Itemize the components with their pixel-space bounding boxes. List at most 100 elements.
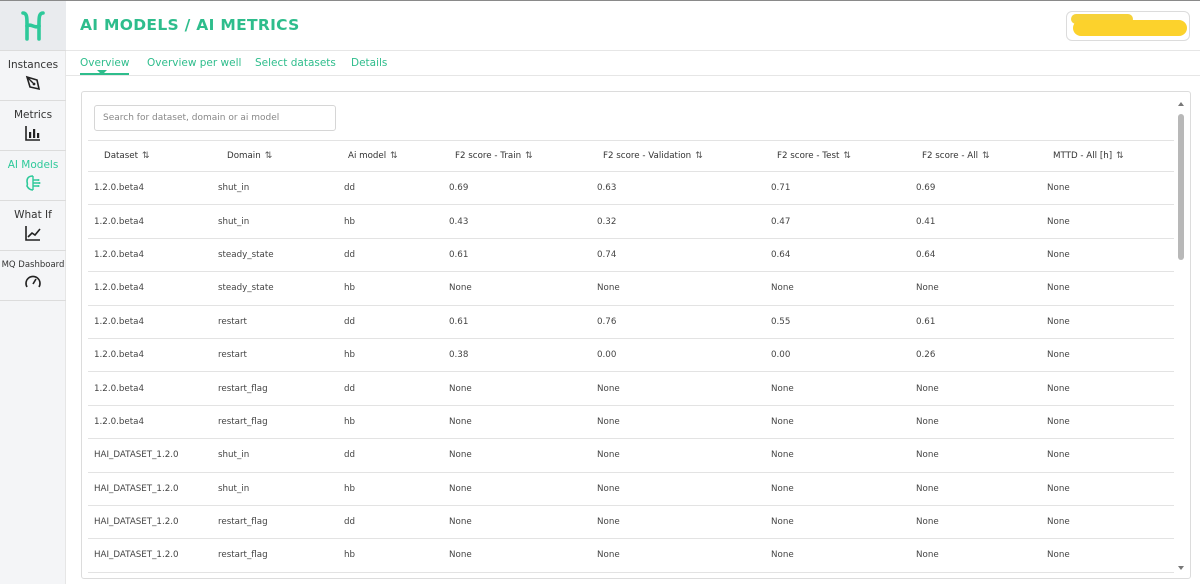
mttd-cell: None [1031,505,1174,540]
f2-all-cell: None [898,538,1031,573]
f2-train-cell: None [434,472,582,506]
f2-train-cell: None [434,438,582,473]
table-row[interactable]: HAI_DATASET_1.2.0 shut_in hb None None None No… [88,472,1174,506]
sort-icon[interactable]: ⇅ [982,151,989,161]
column-header-f2-validation[interactable]: F2 score - Validation ⇅ [582,140,756,172]
f2-all-cell: 0.61 [898,305,1031,339]
table-row[interactable]: HAI_DATASET_1.2.0 restart_flag hb None None N… [88,538,1174,573]
table-row[interactable]: HAI_DATASET_1.2.0 shut_in dd None None None No… [88,438,1174,473]
table-row[interactable]: HAI_DATASET_1.2.0 restart_flag dd None None N… [88,505,1174,540]
dataset-cell: 1.2.0.beta4 [88,171,212,206]
sort-icon[interactable]: ⇅ [142,151,149,161]
tab-overview-per-well[interactable]: Overview per well [147,57,241,69]
f2-validation-cell: 0.32 [582,204,756,239]
f2-train-cell: None [434,271,582,306]
f2-test-cell: 0.64 [756,238,898,273]
f2-train-cell: 0.61 [434,238,582,273]
column-header-label: F2 score - Validation [603,151,692,161]
search-input[interactable] [94,105,336,131]
f2-validation-cell: 0.00 [582,338,756,373]
tab-select-datasets[interactable]: Select datasets [255,57,336,69]
table-row[interactable]: 1.2.0.beta4 shut_in hb 0.43 0.32 0.47 0.41 None [88,204,1174,239]
f2-validation-cell: None [582,405,756,440]
f2-test-cell: None [756,472,898,506]
sort-icon[interactable]: ⇅ [695,151,702,161]
sort-icon[interactable]: ⇅ [843,151,850,161]
f2-all-cell: 0.26 [898,338,1031,373]
f2-train-cell: 0.61 [434,305,582,339]
column-header-ai-model[interactable]: Ai model ⇅ [320,140,434,172]
scroll-up-arrow-icon[interactable] [1178,102,1184,106]
f2-validation-cell: None [582,371,756,406]
table-row[interactable]: 1.2.0.beta4 shut_in dd 0.69 0.63 0.71 0.69 None [88,171,1174,206]
table-row[interactable]: 1.2.0.beta4 restart_flag hb None None None Non… [88,405,1174,440]
table-row[interactable]: 1.2.0.beta4 restart_flag dd None None None Non… [88,371,1174,406]
sidebar-item-ai-models[interactable]: AI Models [0,151,66,201]
sort-icon[interactable]: ⇅ [525,151,532,161]
domain-cell: restart_flag [212,371,320,406]
mttd-cell: None [1031,338,1174,373]
column-header-f2-test[interactable]: F2 score - Test ⇅ [756,140,898,172]
table-row[interactable]: 1.2.0.beta4 steady_state dd 0.61 0.74 0.64 0.6… [88,238,1174,273]
table-row[interactable]: 1.2.0.beta4 restart hb 0.38 0.00 0.00 0.26 None [88,338,1174,373]
metrics-table: Dataset ⇅ Domain ⇅ Ai model ⇅ F2 score - Tr… [88,140,1174,573]
dataset-cell: 1.2.0.beta4 [88,238,212,273]
domain-cell: shut_in [212,171,320,206]
mttd-cell: None [1031,271,1174,306]
sidebar-item-label: Metrics [13,109,53,121]
sidebar-item-mq-dashboard[interactable]: MQ Dashboard [0,251,66,301]
f2-test-cell: None [756,538,898,573]
sidebar-item-instances[interactable]: Instances [0,51,66,101]
sidebar-item-label: AI Models [7,159,59,171]
dataset-cell: 1.2.0.beta4 [88,305,212,339]
f2-test-cell: 0.55 [756,305,898,339]
vertical-scrollbar[interactable] [1177,102,1185,570]
f2-all-cell: None [898,405,1031,440]
f2-train-cell: 0.69 [434,171,582,206]
ai-model-cell: hb [320,271,434,306]
f2-test-cell: None [756,371,898,406]
tab-details[interactable]: Details [351,57,387,69]
f2-train-cell: None [434,371,582,406]
column-header-mttd-all[interactable]: MTTD - All [h] ⇅ [1031,140,1174,172]
scroll-down-arrow-icon[interactable] [1178,566,1184,570]
column-header-domain[interactable]: Domain ⇅ [212,140,320,172]
f2-validation-cell: None [582,271,756,306]
tab-bar: Overview Overview per well Select datase… [66,51,1200,76]
logo[interactable] [0,1,66,51]
sort-icon[interactable]: ⇅ [390,151,397,161]
page-title: AI MODELS / AI METRICS [80,16,300,34]
domain-cell: shut_in [212,438,320,473]
table-row[interactable]: 1.2.0.beta4 restart dd 0.61 0.76 0.55 0.61 None [88,305,1174,339]
column-header-dataset[interactable]: Dataset ⇅ [88,140,212,172]
sort-icon[interactable]: ⇅ [1116,151,1123,161]
sort-icon[interactable]: ⇅ [265,151,272,161]
line-chart-icon [24,224,42,242]
user-menu[interactable] [1066,11,1190,41]
brain-icon [24,174,42,192]
column-header-label: Dataset [104,151,139,161]
domain-cell: restart [212,338,320,373]
table-row[interactable]: 1.2.0.beta4 steady_state hb None None None Non… [88,271,1174,306]
sidebar-item-what-if[interactable]: What If [0,201,66,251]
sidebar-item-metrics[interactable]: Metrics [0,101,66,151]
f2-all-cell: None [898,271,1031,306]
scrollbar-thumb[interactable] [1178,114,1184,260]
column-header-f2-train[interactable]: F2 score - Train ⇅ [434,140,582,172]
column-header-f2-all[interactable]: F2 score - All ⇅ [898,140,1031,172]
mttd-cell: None [1031,405,1174,440]
f2-test-cell: 0.47 [756,204,898,239]
f2-train-cell: 0.38 [434,338,582,373]
dataset-cell: 1.2.0.beta4 [88,371,212,406]
table-body: 1.2.0.beta4 shut_in dd 0.69 0.63 0.71 0.69 None… [88,171,1174,573]
dataset-cell: HAI_DATASET_1.2.0 [88,472,212,506]
f2-all-cell: None [898,505,1031,540]
dataset-cell: 1.2.0.beta4 [88,338,212,373]
dataset-cell: 1.2.0.beta4 [88,204,212,239]
f2-test-cell: None [756,438,898,473]
dataset-cell: HAI_DATASET_1.2.0 [88,438,212,473]
mttd-cell: None [1031,171,1174,206]
f2-test-cell: None [756,505,898,540]
column-header-label: F2 score - Train [455,151,522,161]
ai-model-cell: dd [320,238,434,273]
